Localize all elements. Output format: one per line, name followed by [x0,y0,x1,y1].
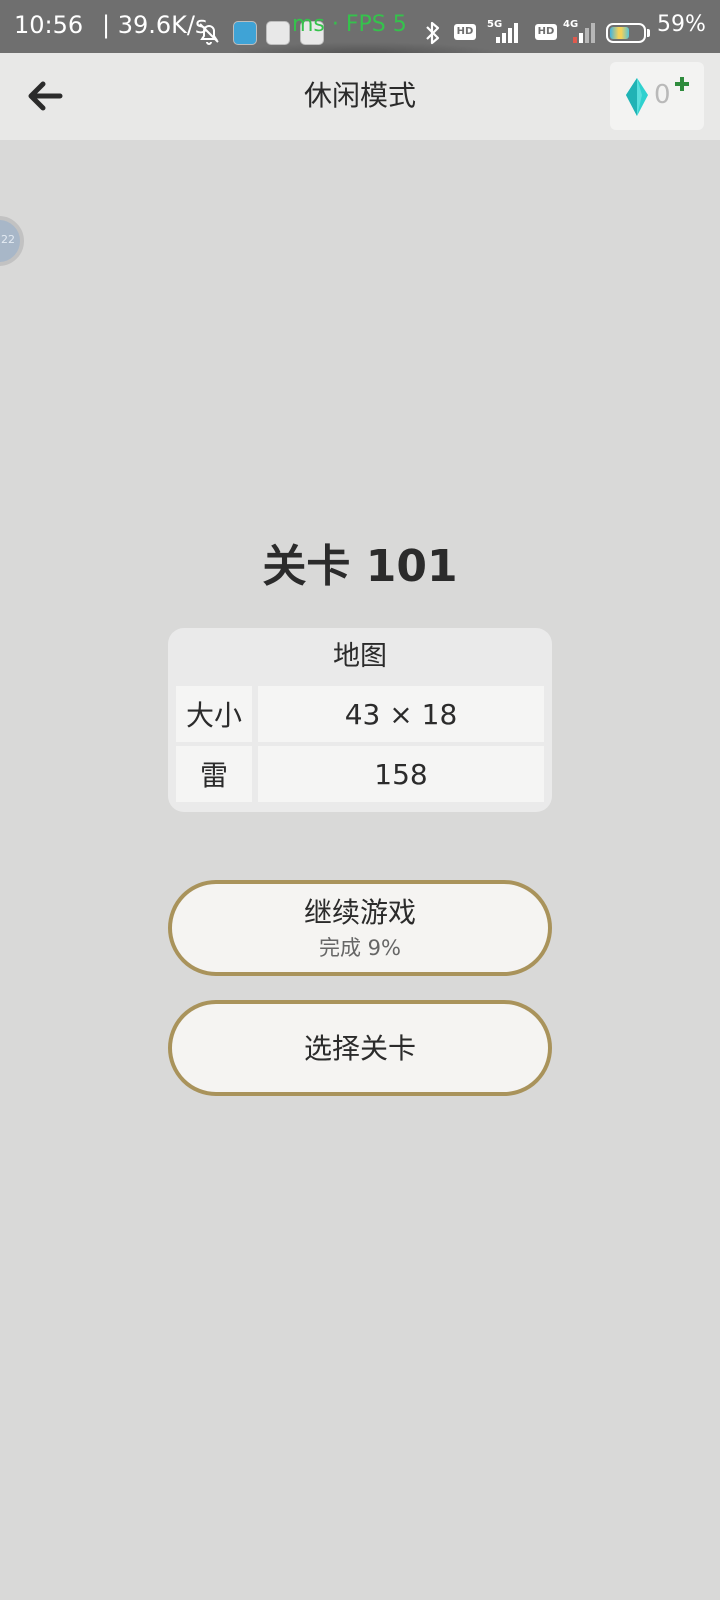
select-level-label: 选择关卡 [303,1032,416,1065]
plus-icon [675,77,689,91]
select-level-button[interactable]: 选择关卡 [168,1000,552,1096]
map-size-label: 大小 [176,686,252,742]
mute-bell-icon [199,23,219,45]
level-title: 关卡 101 [262,541,458,592]
sim2-signal-icon [573,21,599,43]
status-network-speed: | 39.6K/s [102,11,208,39]
map-card-header: 地图 [333,641,387,672]
sim1-signal-icon [496,21,522,43]
mine-count-label: 雷 [176,746,252,802]
fps-overlay-text: ms · FPS 5 [292,12,407,37]
hd-voice-icon: HD [454,24,476,40]
battery-icon [606,23,646,43]
continue-game-button[interactable]: 继续游戏 完成 9% [168,880,552,976]
battery-fill [610,27,629,39]
status-bar: 10:56 | 39.6K/s ms · FPS 5 HD 5G HD 4G 5… [0,0,720,53]
top-app-bar: 休闲模式 0 [0,53,720,140]
continue-game-label: 继续游戏 [303,896,416,929]
completion-progress-text: 完成 9% [319,936,401,960]
map-size-value: 43 × 18 [258,686,544,742]
mine-count-value: 158 [258,746,544,802]
status-time: 10:56 [14,11,84,39]
map-info-card: 地图 大小 43 × 18 雷 158 [168,628,552,812]
app-notification-icon [233,21,257,45]
floating-bubble-label: 22 [1,233,15,246]
gem-icon [626,78,648,116]
mine-count-row: 雷 158 [176,746,544,802]
floating-assistant-bubble[interactable]: 22 [0,216,24,266]
gem-count: 0 [654,80,671,110]
map-size-row: 大小 43 × 18 [176,686,544,742]
bluetooth-icon [426,21,440,45]
gem-balance-button[interactable]: 0 [610,62,704,130]
battery-percentage: 59% [657,12,706,37]
app-notification-icon [266,21,290,45]
hd-voice-icon: HD [535,24,557,40]
battery-tip [647,29,650,37]
